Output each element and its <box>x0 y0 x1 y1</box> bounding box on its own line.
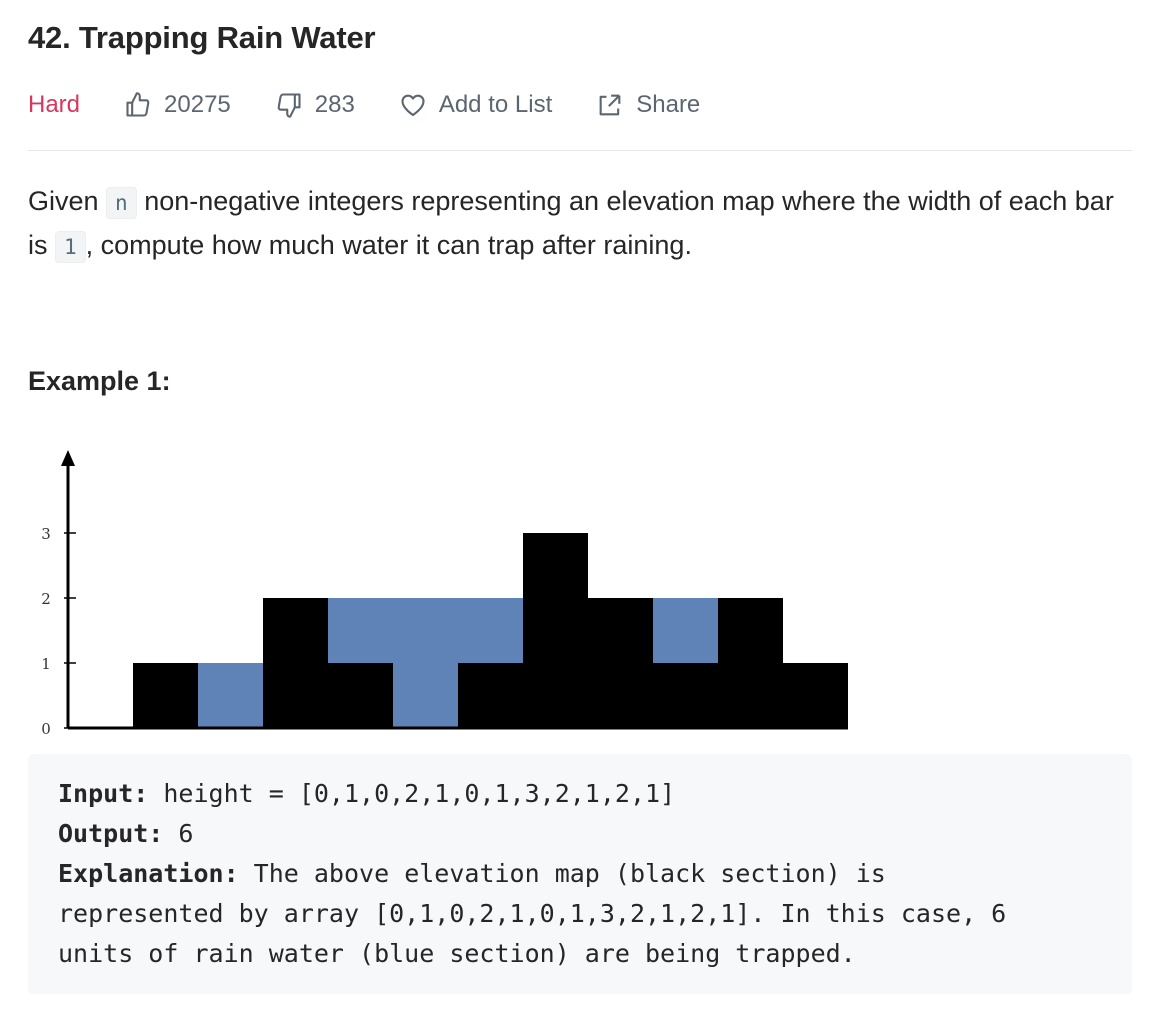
code-1: 1 <box>55 231 86 263</box>
elevation-bar <box>263 598 328 728</box>
water-bar <box>653 598 718 663</box>
input-value: height = [0,1,0,2,1,0,1,3,2,1,2,1] <box>148 779 676 808</box>
explanation-line-1: Explanation: The above elevation map (bl… <box>58 854 1102 894</box>
elevation-bar <box>783 663 848 728</box>
water-bar <box>458 598 523 663</box>
water-bar <box>328 598 393 663</box>
y-tick-label: 3 <box>41 525 51 543</box>
output-line: Output: 6 <box>58 814 1102 854</box>
output-label: Output: <box>58 819 164 848</box>
explanation-text-1: The above elevation map (black section) … <box>238 859 886 888</box>
desc-text-3: , compute how much water it can trap aft… <box>85 230 692 260</box>
y-tick-label: 1 <box>41 655 51 673</box>
problem-title: 42. Trapping Rain Water <box>28 20 376 55</box>
example-code-block: Input: height = [0,1,0,2,1,0,1,3,2,1,2,1… <box>28 754 1132 994</box>
elevation-bar <box>328 663 393 728</box>
output-value: 6 <box>163 819 194 848</box>
problem-meta-bar: Hard 20275 283 Add to List Share <box>28 86 700 124</box>
elevation-bar <box>718 598 783 728</box>
elevation-bar <box>653 663 718 728</box>
water-bar <box>393 598 458 728</box>
share-icon <box>599 94 621 116</box>
code-n: n <box>106 187 137 219</box>
thumbs-down-icon <box>277 93 301 118</box>
elevation-bar <box>458 663 523 728</box>
thumbs-up-icon <box>126 92 150 117</box>
dislike-count: 283 <box>314 91 355 118</box>
like-button[interactable]: 20275 <box>124 91 231 119</box>
water-bar <box>198 663 263 728</box>
elevation-bar <box>523 533 588 728</box>
explanation-label: Explanation: <box>58 859 239 888</box>
add-to-list-label: Add to List <box>438 91 553 118</box>
share-label: Share <box>636 91 701 118</box>
problem-description: Given n non-negative integers representi… <box>28 180 1118 268</box>
difficulty-badge: Hard <box>28 91 81 118</box>
y-tick-label: 0 <box>41 720 51 738</box>
like-count: 20275 <box>164 91 231 118</box>
elevation-bar <box>133 663 198 728</box>
explanation-line-3: units of rain water (blue section) are b… <box>58 939 856 968</box>
elevation-bar <box>588 598 653 728</box>
y-axis-arrow-icon <box>61 450 75 466</box>
add-to-list-button[interactable]: Add to List <box>399 91 552 119</box>
dislike-button[interactable]: 283 <box>275 91 355 119</box>
elevation-map-chart: 0 1 2 3 <box>41 450 848 738</box>
header-divider <box>28 150 1132 151</box>
input-line: Input: height = [0,1,0,2,1,0,1,3,2,1,2,1… <box>58 774 1102 814</box>
y-tick-label: 2 <box>41 590 51 608</box>
share-button[interactable]: Share <box>596 91 700 119</box>
input-label: Input: <box>58 779 149 808</box>
explanation-line-2: represented by array [0,1,0,2,1,0,1,3,2,… <box>58 899 1007 928</box>
desc-text-1: Given <box>28 186 107 216</box>
example-title: Example 1: <box>28 366 171 396</box>
heart-icon <box>401 94 425 116</box>
